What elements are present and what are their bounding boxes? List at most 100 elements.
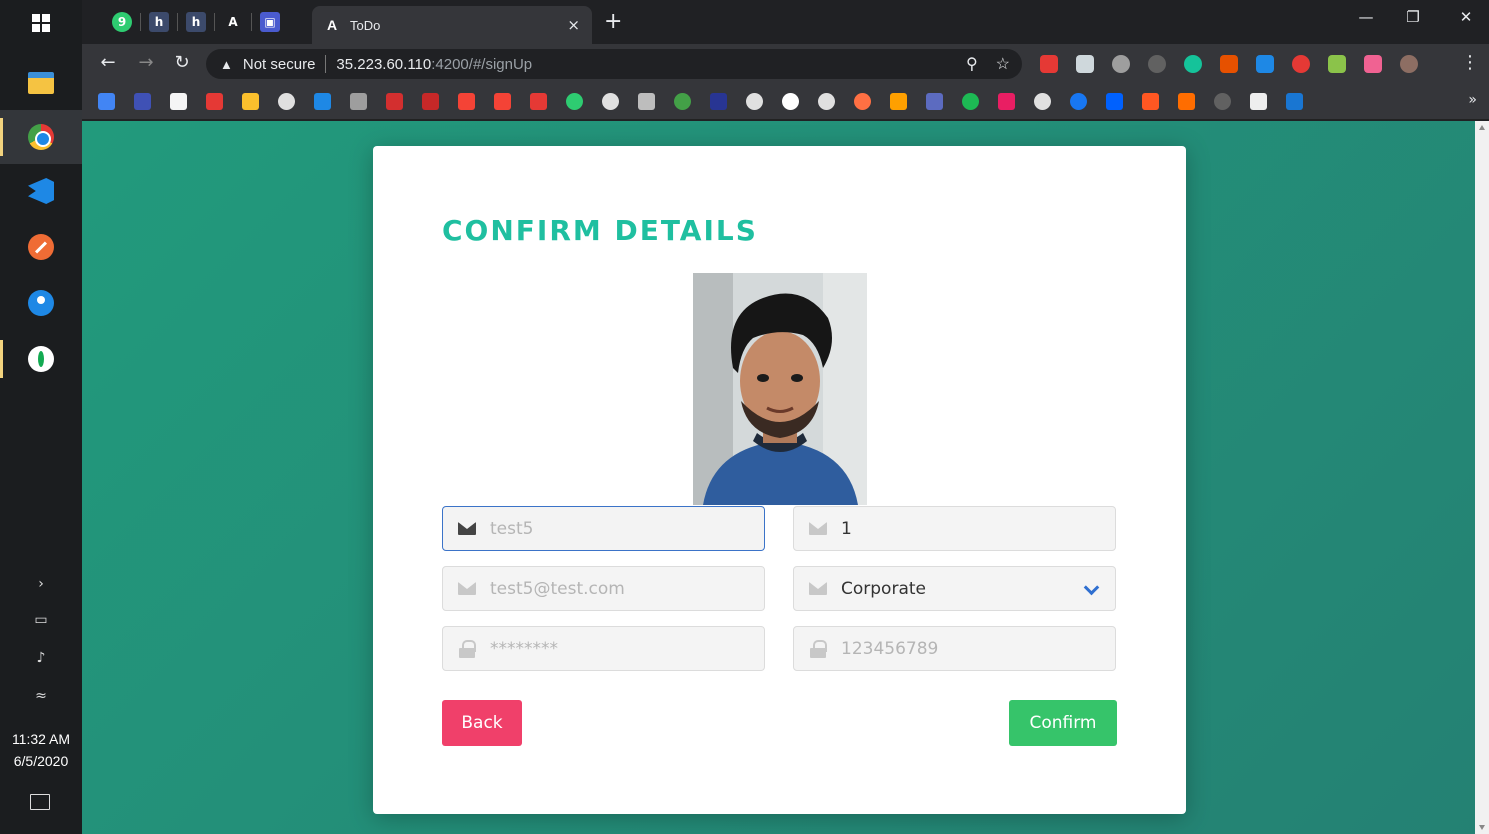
- bookmark-icon[interactable]: [242, 93, 259, 110]
- browser-toolbar: ← → ↻ ▲ Not secure 35.223.60.110 :4200/#…: [82, 44, 1489, 84]
- pinned-tab-angular-icon[interactable]: A: [223, 12, 243, 32]
- gmail-icon[interactable]: [494, 93, 511, 110]
- extension-icon[interactable]: [1040, 55, 1058, 73]
- username-input[interactable]: test5: [442, 506, 765, 551]
- extension-icon[interactable]: [1220, 55, 1238, 73]
- extension-icon[interactable]: [1256, 55, 1274, 73]
- pinned-tab-whatsapp-icon[interactable]: 9: [112, 12, 132, 32]
- soundcloud-icon[interactable]: [1178, 93, 1195, 110]
- number-input[interactable]: 1: [793, 506, 1116, 551]
- bookmark-icon[interactable]: [674, 93, 691, 110]
- restore-icon[interactable]: ❐: [1390, 8, 1436, 26]
- show-hidden-icons-chevron-icon[interactable]: ›: [0, 574, 82, 594]
- wifi-icon[interactable]: ≈: [0, 686, 82, 706]
- youtube-icon[interactable]: [206, 93, 223, 110]
- firebase-icon[interactable]: [890, 93, 907, 110]
- confirm-button[interactable]: Confirm: [1009, 700, 1117, 746]
- taskbar-clock[interactable]: 11:32 AM 6/5/2020: [0, 728, 82, 772]
- grammarly-icon[interactable]: [1184, 55, 1202, 73]
- forward-arrow-icon[interactable]: →: [134, 52, 158, 73]
- bookmark-icon[interactable]: [1286, 93, 1303, 110]
- gmail-icon[interactable]: [458, 93, 475, 110]
- bookmark-icon[interactable]: [998, 93, 1015, 110]
- page-title: CONFIRM DETAILS: [442, 214, 758, 247]
- bookmark-icon[interactable]: [926, 93, 943, 110]
- extension-icon[interactable]: [1328, 55, 1346, 73]
- password-input[interactable]: ********: [442, 626, 765, 671]
- bookmark-icon[interactable]: [98, 93, 115, 110]
- bookmark-icon[interactable]: [1034, 93, 1051, 110]
- email-input[interactable]: test5@test.com: [442, 566, 765, 611]
- whatsapp-icon[interactable]: [566, 93, 583, 110]
- taskbar-postman[interactable]: [0, 220, 82, 274]
- bookmark-icon[interactable]: [1142, 93, 1159, 110]
- start-button[interactable]: [0, 0, 82, 46]
- scroll-down-arrow-icon[interactable]: [1479, 825, 1485, 830]
- bookmark-icon[interactable]: [314, 93, 331, 110]
- confirm-details-card: CONFIRM DETAILS test5 1 test5@test.com C…: [373, 146, 1186, 814]
- bookmark-icon[interactable]: [710, 93, 727, 110]
- bookmark-icon[interactable]: [602, 93, 619, 110]
- menu-icon[interactable]: ⋮: [1461, 52, 1479, 73]
- bookmark-icon[interactable]: [350, 93, 367, 110]
- close-window-icon[interactable]: ✕: [1443, 8, 1489, 26]
- tab-strip: 9 h h A ▣ A ToDo × + — ❐ ✕: [82, 0, 1489, 44]
- new-tab-button[interactable]: +: [604, 10, 622, 34]
- chrome-icon: [28, 124, 54, 150]
- warning-icon[interactable]: ▲: [220, 57, 233, 72]
- google-icon[interactable]: [782, 93, 799, 110]
- pinned-tab-h2-icon[interactable]: h: [186, 12, 206, 32]
- scroll-up-arrow-icon[interactable]: [1479, 125, 1485, 130]
- back-arrow-icon[interactable]: ←: [96, 52, 120, 73]
- extension-icon[interactable]: [1112, 55, 1130, 73]
- bookmark-icon[interactable]: [422, 93, 439, 110]
- bookmark-icon[interactable]: [278, 93, 295, 110]
- bookmark-icon[interactable]: [638, 93, 655, 110]
- battery-icon[interactable]: ▭: [0, 610, 82, 630]
- back-button[interactable]: Back: [442, 700, 522, 746]
- extension-icon[interactable]: [1076, 55, 1094, 73]
- bookmark-icon[interactable]: [170, 93, 187, 110]
- clock-date: 6/5/2020: [13, 753, 69, 769]
- profile-avatar-icon[interactable]: [1400, 55, 1418, 73]
- address-bar[interactable]: ▲ Not secure 35.223.60.110 :4200/#/signU…: [206, 49, 1022, 79]
- bookmarks-overflow-icon[interactable]: »: [1468, 92, 1477, 108]
- youtube-icon[interactable]: [530, 93, 547, 110]
- bookmark-icon[interactable]: [854, 93, 871, 110]
- taskbar-vscode[interactable]: [0, 164, 82, 218]
- extension-icon[interactable]: [1364, 55, 1382, 73]
- windows-taskbar: › ▭ ♪ ≈ 11:32 AM 6/5/2020: [0, 0, 82, 834]
- facebook-icon[interactable]: [1070, 93, 1087, 110]
- tab-close-icon[interactable]: ×: [567, 16, 580, 34]
- bookmark-icon[interactable]: [1250, 93, 1267, 110]
- taskbar-sourcetree[interactable]: [0, 276, 82, 330]
- page-scrollbar[interactable]: [1475, 121, 1489, 834]
- security-label[interactable]: Not secure: [243, 56, 316, 73]
- pinned-tab-h-icon[interactable]: h: [149, 12, 169, 32]
- dropbox-icon[interactable]: [1106, 93, 1123, 110]
- taskbar-file-explorer[interactable]: [0, 56, 82, 110]
- account-type-select[interactable]: Corporate: [793, 566, 1116, 611]
- taskbar-chrome[interactable]: [0, 110, 82, 164]
- volume-icon[interactable]: ♪: [0, 648, 82, 668]
- bookmark-icon[interactable]: [746, 93, 763, 110]
- reload-icon[interactable]: ↻: [170, 52, 194, 73]
- action-center-icon[interactable]: [30, 794, 50, 810]
- adblock-icon[interactable]: [1292, 55, 1310, 73]
- phone-input[interactable]: 123456789: [793, 626, 1116, 671]
- mongodb-icon: [28, 346, 54, 372]
- extension-icon[interactable]: [1148, 55, 1166, 73]
- bookmark-icon[interactable]: [386, 93, 403, 110]
- tab-todo[interactable]: A ToDo ×: [312, 6, 592, 44]
- spotify-icon[interactable]: [962, 93, 979, 110]
- bookmark-icon[interactable]: [1214, 93, 1231, 110]
- github-icon[interactable]: [818, 93, 835, 110]
- bookmark-icon[interactable]: [134, 93, 151, 110]
- key-icon[interactable]: ⚲: [966, 54, 978, 74]
- chevron-down-icon[interactable]: [1083, 579, 1100, 596]
- minimize-icon[interactable]: —: [1343, 8, 1389, 26]
- clock-time: 11:32 AM: [11, 731, 71, 747]
- star-icon[interactable]: ☆: [996, 54, 1010, 74]
- taskbar-mongodb-compass[interactable]: [0, 332, 82, 386]
- pinned-tab-chip-icon[interactable]: ▣: [260, 12, 280, 32]
